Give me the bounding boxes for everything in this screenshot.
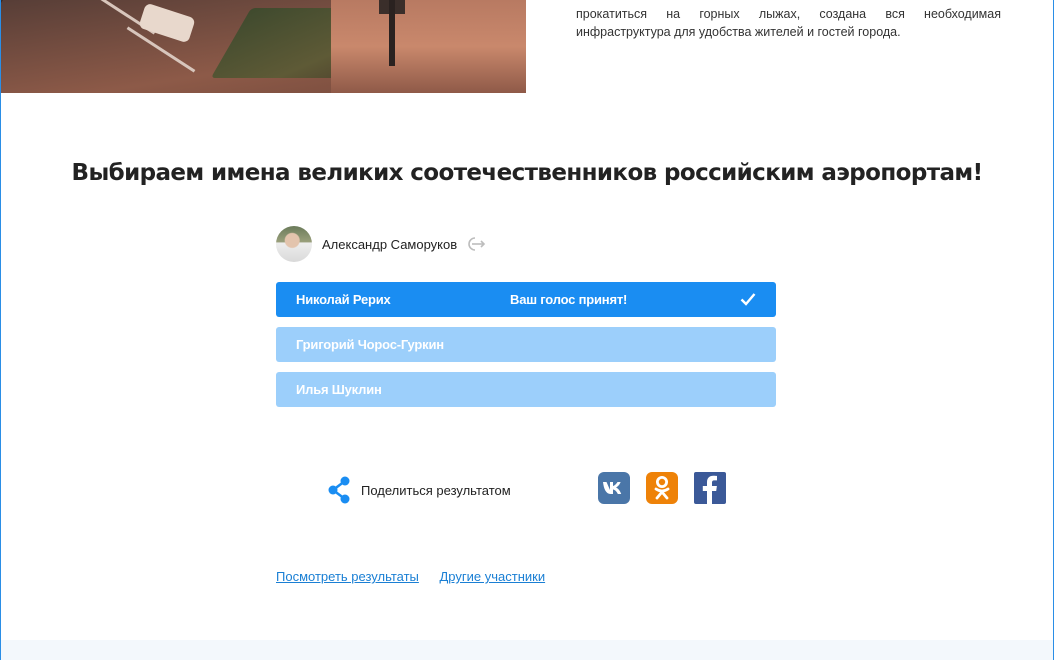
share-results: Поделиться результатом bbox=[326, 474, 511, 506]
poll-option-ilya-shuklin[interactable]: Илья Шуклин bbox=[276, 372, 776, 407]
city-street-photo bbox=[1, 0, 526, 93]
fb-share-button[interactable] bbox=[694, 472, 726, 504]
vk-icon bbox=[603, 482, 622, 494]
view-results-link[interactable]: Посмотреть результаты bbox=[276, 569, 419, 584]
other-participants-link[interactable]: Другие участники bbox=[440, 569, 546, 584]
footer-band bbox=[1, 640, 1053, 660]
poll-links: Посмотреть результаты Другие участники bbox=[276, 569, 562, 584]
vote-accepted-status: Ваш голос принят! bbox=[510, 292, 628, 307]
vk-share-button[interactable] bbox=[598, 472, 630, 504]
poll-option-nikolay-rerikh[interactable]: Николай Рерих Ваш голос принят! bbox=[276, 282, 776, 317]
logout-icon[interactable] bbox=[466, 236, 486, 252]
intro-paragraph: прокатиться на горных лыжах, создана вся… bbox=[576, 7, 1001, 39]
poll-option-label: Григорий Чорос-Гуркин bbox=[296, 337, 444, 352]
user-row: Александр Саморуков bbox=[276, 226, 486, 262]
user-name: Александр Саморуков bbox=[322, 236, 458, 252]
checkmark-icon bbox=[740, 293, 756, 306]
poll-option-label: Николай Рерих bbox=[296, 292, 391, 307]
share-label: Поделиться результатом bbox=[361, 482, 511, 498]
page-title: Выбираем имена великих соотечественников… bbox=[71, 160, 984, 186]
poll-option-grigory-choros-gurkin[interactable]: Григорий Чорос-Гуркин bbox=[276, 327, 776, 362]
ok-share-button[interactable] bbox=[646, 472, 678, 504]
odnoklassniki-icon bbox=[654, 476, 670, 500]
share-icon bbox=[328, 476, 350, 504]
avatar bbox=[276, 226, 312, 262]
poll-option-label: Илья Шуклин bbox=[296, 382, 382, 397]
facebook-icon bbox=[702, 475, 717, 504]
